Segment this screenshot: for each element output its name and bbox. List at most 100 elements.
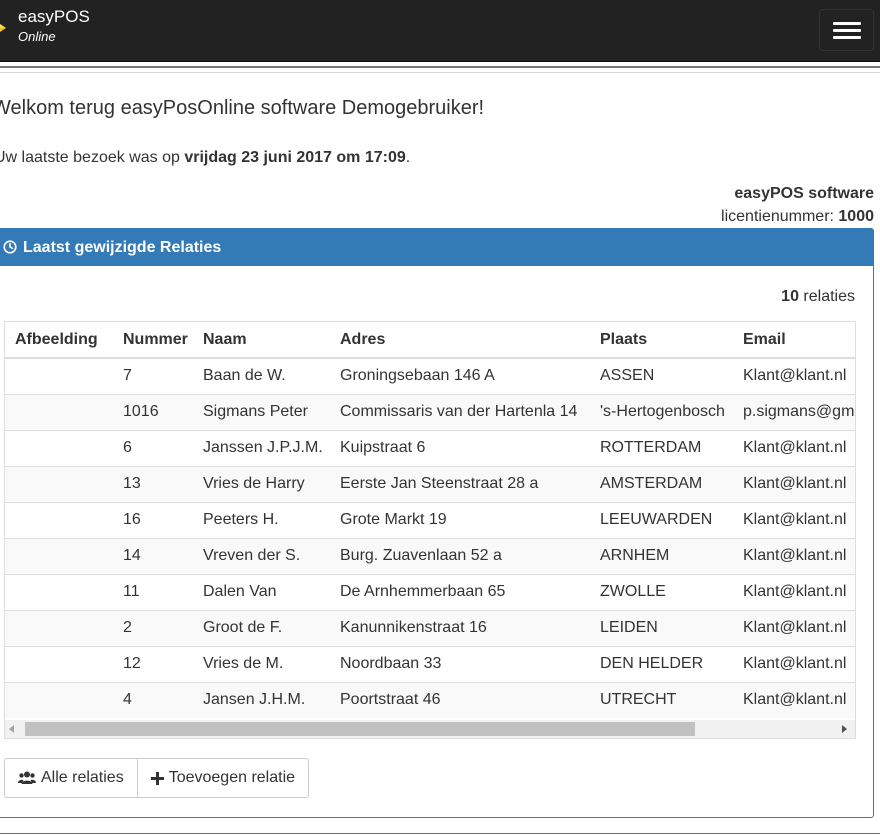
cell-afbeelding xyxy=(5,645,115,682)
last-visit-suffix: . xyxy=(405,149,411,166)
cell-afbeelding xyxy=(5,465,115,502)
clock-icon xyxy=(3,240,17,254)
brand-subtitle: Online xyxy=(18,29,56,44)
cell-plaats: 's-Hertogenbosch xyxy=(592,393,735,430)
navbar: easyPOS Online xyxy=(0,0,880,62)
cell-naam: Sigmans Peter xyxy=(195,393,332,430)
scroll-right-arrow-icon[interactable] xyxy=(842,725,847,733)
cell-afbeelding xyxy=(5,501,115,538)
users-icon xyxy=(18,771,36,784)
table-header: Afbeelding Nummer Naam Adres Plaats Emai… xyxy=(5,322,855,359)
menu-toggle-button[interactable] xyxy=(819,9,874,51)
column-header-adres[interactable]: Adres xyxy=(332,322,592,359)
all-relations-label: Alle relaties xyxy=(41,769,124,786)
cell-nummer: 6 xyxy=(115,429,195,466)
cell-nummer: 2 xyxy=(115,609,195,646)
cell-afbeelding xyxy=(5,429,115,466)
cell-plaats: AMSTERDAM xyxy=(592,465,735,502)
cell-adres: Grote Markt 19 xyxy=(332,501,592,538)
table-row[interactable]: 13 Vries de Harry Eerste Jan Steenstraat 2… xyxy=(5,465,855,502)
cell-nummer: 1016 xyxy=(115,393,195,430)
cell-naam: Vries de Harry xyxy=(195,465,332,502)
relations-count: 10 relaties xyxy=(781,287,855,307)
cell-plaats: DEN HELDER xyxy=(592,645,735,682)
table-row[interactable]: 16 Peeters H. Grote Markt 19 LEEUWARDEN Klan… xyxy=(5,501,855,538)
table-body: 7 Baan de W. Groningsebaan 146 A ASSEN Klant… xyxy=(5,357,855,718)
table-row[interactable]: 14 Vreven der S. Burg. Zuavenlaan 52 a ARNH… xyxy=(5,537,855,574)
cell-naam: Janssen J.P.J.M. xyxy=(195,429,332,466)
table-row[interactable]: 2 Groot de F. Kanunnikenstraat 16 LEIDEN Kla… xyxy=(5,609,855,646)
cell-nummer: 14 xyxy=(115,537,195,574)
table-row[interactable]: 4 Jansen J.H.M. Poortstraat 46 UTRECHT Klant… xyxy=(5,681,855,718)
cell-naam: Jansen J.H.M. xyxy=(195,681,332,718)
cell-afbeelding xyxy=(5,609,115,646)
cell-adres: De Arnhemmerbaan 65 xyxy=(332,573,592,610)
cell-afbeelding xyxy=(5,537,115,574)
horizontal-scrollbar[interactable] xyxy=(5,720,855,738)
cell-nummer: 16 xyxy=(115,501,195,538)
cell-email: Klant@klant.nl xyxy=(735,465,855,502)
cell-adres: Burg. Zuavenlaan 52 a xyxy=(332,537,592,574)
cell-email: Klant@klant.nl xyxy=(735,537,855,574)
cell-naam: Groot de F. xyxy=(195,609,332,646)
cell-naam: Vries de M. xyxy=(195,645,332,682)
cell-nummer: 4 xyxy=(115,681,195,718)
cell-afbeelding xyxy=(5,357,115,394)
cell-adres: Kanunnikenstraat 16 xyxy=(332,609,592,646)
cell-nummer: 11 xyxy=(115,573,195,610)
scroll-left-arrow-icon[interactable] xyxy=(9,725,14,733)
divider xyxy=(0,72,880,73)
cell-email: Klant@klant.nl xyxy=(735,645,855,682)
cell-plaats: ZWOLLE xyxy=(592,573,735,610)
panel-title: Laatst gewijzigde Relaties xyxy=(23,239,222,256)
table-row[interactable]: 1016 Sigmans Peter Commissaris van der Har… xyxy=(5,393,855,430)
cell-email: p.sigmans@gm xyxy=(735,393,855,430)
scroll-thumb[interactable] xyxy=(25,722,695,736)
cell-naam: Baan de W. xyxy=(195,357,332,394)
table-row[interactable]: 6 Janssen J.P.J.M. Kuipstraat 6 ROTTERDAM Kl… xyxy=(5,429,855,466)
cell-email: Klant@klant.nl xyxy=(735,429,855,466)
license-number: 1000 xyxy=(838,208,874,225)
column-header-plaats[interactable]: Plaats xyxy=(592,322,735,359)
column-header-nummer[interactable]: Nummer xyxy=(115,322,195,359)
cell-adres: Eerste Jan Steenstraat 28 a xyxy=(332,465,592,502)
all-relations-button[interactable]: Alle relaties xyxy=(4,758,138,798)
cell-adres: Poortstraat 46 xyxy=(332,681,592,718)
cell-plaats: ARNHEM xyxy=(592,537,735,574)
cell-naam: Vreven der S. xyxy=(195,537,332,574)
last-visit-date: vrijdag 23 juni 2017 om 17:09 xyxy=(184,149,406,166)
column-header-naam[interactable]: Naam xyxy=(195,322,332,359)
plus-icon xyxy=(150,771,164,785)
relations-count-label: relaties xyxy=(798,288,855,305)
add-relation-button[interactable]: Toevoegen relatie xyxy=(137,758,310,798)
cell-plaats: UTRECHT xyxy=(592,681,735,718)
cell-naam: Dalen Van xyxy=(195,573,332,610)
column-header-email[interactable]: Email xyxy=(735,322,855,359)
panel-heading: Laatst gewijzigde Relaties xyxy=(0,229,873,266)
table-row[interactable]: 11 Dalen Van De Arnhemmerbaan 65 ZWOLLE Klan… xyxy=(5,573,855,610)
license-company: easyPOS software xyxy=(734,185,874,202)
relations-button-group: Alle relaties Toevoegen relatie xyxy=(4,758,310,798)
relations-table-container[interactable]: Afbeelding Nummer Naam Adres Plaats Emai… xyxy=(4,321,856,739)
last-visit-prefix: Uw laatste bezoek was op xyxy=(0,149,185,166)
table-row[interactable]: 12 Vries de M. Noordbaan 33 DEN HELDER Klant… xyxy=(5,645,855,682)
table-row[interactable]: 7 Baan de W. Groningsebaan 146 A ASSEN Klant… xyxy=(5,357,855,394)
cell-adres: Noordbaan 33 xyxy=(332,645,592,682)
cell-afbeelding xyxy=(5,573,115,610)
cell-nummer: 12 xyxy=(115,645,195,682)
license-number-line: licentienummer: 1000 xyxy=(721,207,874,227)
license-label: licentienummer: xyxy=(721,208,839,225)
easypos-logo-icon[interactable] xyxy=(0,17,10,39)
cell-nummer: 7 xyxy=(115,357,195,394)
cell-plaats: ASSEN xyxy=(592,357,735,394)
cell-email: Klant@klant.nl xyxy=(735,681,855,718)
cell-plaats: ROTTERDAM xyxy=(592,429,735,466)
add-relation-label: Toevoegen relatie xyxy=(168,769,296,786)
welcome-message: Welkom terug easyPosOnline software Demo… xyxy=(0,97,485,119)
column-header-afbeelding[interactable]: Afbeelding xyxy=(5,322,115,359)
brand-title[interactable]: easyPOS xyxy=(18,7,90,27)
divider xyxy=(0,833,880,834)
cell-adres: Kuipstraat 6 xyxy=(332,429,592,466)
cell-afbeelding xyxy=(5,681,115,718)
cell-email: Klant@klant.nl xyxy=(735,573,855,610)
